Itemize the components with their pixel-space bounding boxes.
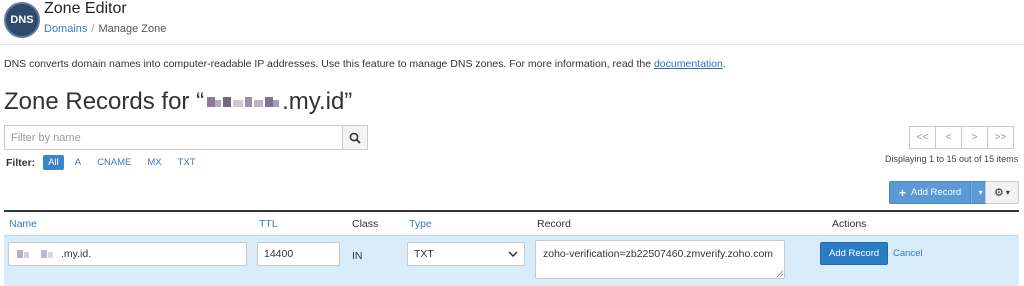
breadcrumb: Domains / Manage Zone [44, 23, 166, 35]
breadcrumb-current: Manage Zone [98, 23, 167, 35]
page-header: DNS Zone Editor Domains / Manage Zone [0, 0, 1024, 44]
class-value: IN [352, 250, 363, 262]
cancel-link[interactable]: Cancel [893, 248, 923, 259]
filter-mx[interactable]: MX [142, 155, 166, 170]
add-record-button[interactable]: + Add Record [889, 181, 972, 204]
record-value-textarea[interactable]: zoho-verification=zb22507460.zmverify.zo… [535, 240, 785, 279]
add-record-label: Add Record [911, 187, 962, 198]
caret-down-icon: ▾ [1005, 188, 1010, 197]
search-icon [349, 132, 361, 144]
last-page-button[interactable]: >> [987, 126, 1014, 149]
ttl-field[interactable]: 14400 [257, 242, 340, 266]
zone-title-domain: .my.id” [282, 88, 353, 115]
column-header-class: Class [352, 218, 379, 230]
caret-down-icon: ▾ [978, 188, 983, 197]
zone-title-prefix: Zone Records for “ [4, 88, 205, 115]
gear-icon: ⚙ [994, 187, 1004, 199]
prev-page-button[interactable]: < [935, 126, 962, 149]
plus-icon: + [899, 185, 907, 200]
dns-logo-icon: DNS [4, 2, 40, 38]
column-header-name[interactable]: Name [9, 218, 37, 230]
pagination: << < > >> [909, 126, 1014, 149]
column-header-record: Record [537, 218, 571, 230]
filter-a[interactable]: A [70, 155, 86, 170]
chevron-down-icon [508, 251, 518, 257]
record-name-value: .my.id. [61, 248, 92, 260]
breadcrumb-separator: / [91, 23, 95, 35]
filter-label: Filter: [6, 156, 36, 169]
paging-info: Displaying 1 to 15 out of 15 items [885, 154, 1019, 164]
column-header-type[interactable]: Type [409, 218, 432, 230]
breadcrumb-domains-link[interactable]: Domains [44, 23, 87, 35]
table-header-rule [4, 210, 1019, 212]
filter-txt[interactable]: TXT [173, 155, 201, 170]
type-select[interactable]: TXT [407, 242, 525, 266]
intro-period: . [722, 58, 726, 70]
next-page-button[interactable]: > [961, 126, 988, 149]
type-filter-bar: Filter: All A CNAME MX TXT [6, 155, 207, 170]
redacted-name-image [17, 250, 53, 258]
record-value-text: zoho-verification=zb22507460.zmverify.zo… [543, 248, 774, 260]
intro-text: DNS converts domain names into computer-… [4, 58, 726, 70]
ttl-value: 14400 [264, 248, 294, 260]
intro-description: DNS converts domain names into computer-… [4, 58, 654, 70]
filter-search-box [4, 125, 368, 150]
add-record-group: + Add Record ▾ [889, 181, 991, 204]
save-record-button[interactable]: Add Record [820, 242, 889, 265]
record-name-field[interactable]: .my.id. [8, 242, 247, 266]
zone-records-heading: Zone Records for “ .my.id” [4, 88, 352, 116]
column-header-actions: Actions [832, 218, 867, 230]
page-title: Zone Editor [44, 0, 127, 17]
settings-button[interactable]: ⚙ ▾ [985, 181, 1019, 204]
filter-cname[interactable]: CNAME [92, 155, 136, 170]
filter-all[interactable]: All [43, 155, 64, 170]
first-page-button[interactable]: << [909, 126, 936, 149]
type-selected-value: TXT [414, 248, 434, 260]
search-input[interactable] [4, 125, 342, 150]
column-header-ttl[interactable]: TTL [259, 218, 278, 230]
resize-handle-icon[interactable] [776, 270, 783, 277]
header-divider [0, 44, 1024, 45]
documentation-link[interactable]: documentation [654, 58, 723, 70]
search-button[interactable] [342, 125, 368, 150]
redacted-domain-image [205, 94, 281, 110]
